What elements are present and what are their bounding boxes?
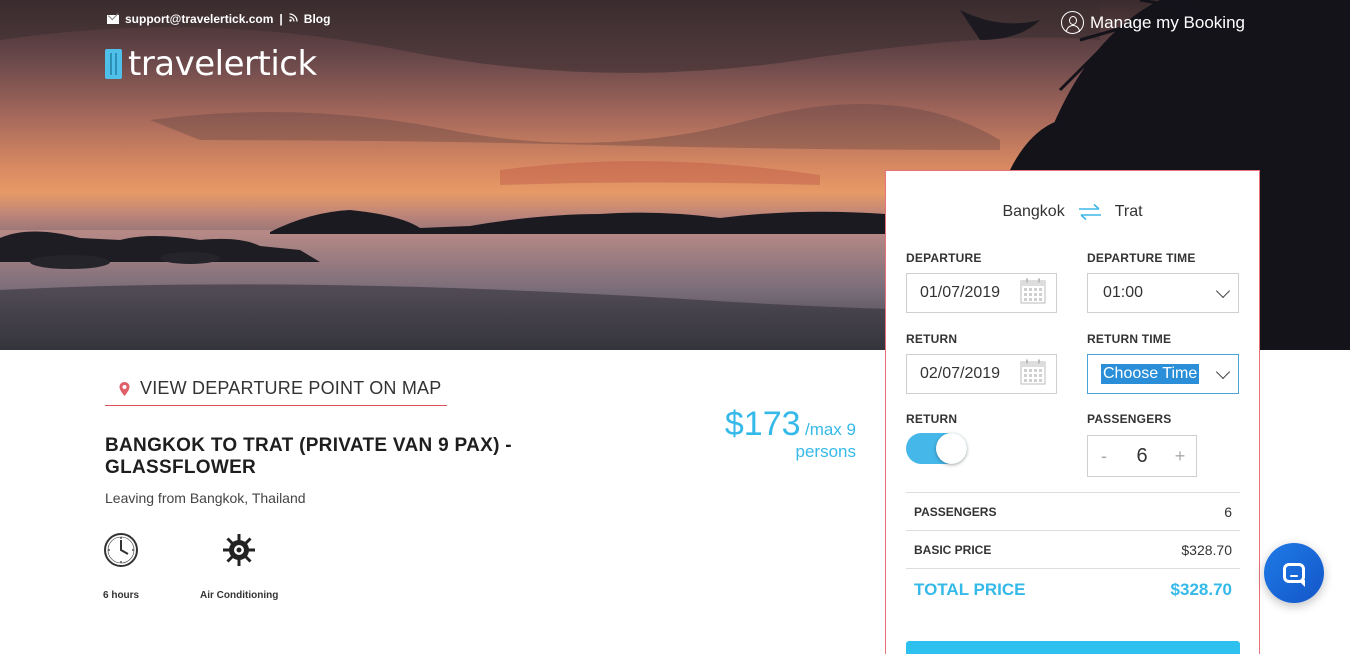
return-label: RETURN xyxy=(906,332,958,346)
trip-title: BANGKOK TO TRAT (PRIVATE VAN 9 PAX) - GL… xyxy=(105,435,512,478)
blog-link[interactable]: Blog xyxy=(304,12,331,26)
increment-button[interactable]: + xyxy=(1172,446,1188,467)
leaving-from: Leaving from Bangkok, Thailand xyxy=(105,490,306,506)
return-time-select[interactable]: Choose Time xyxy=(1087,354,1239,394)
return-toggle-label: RETURN xyxy=(906,412,958,426)
user-icon xyxy=(1061,11,1085,34)
decrement-button[interactable]: - xyxy=(1096,446,1112,467)
logo-text: travelertick xyxy=(128,44,317,84)
return-date-input[interactable]: 02/07/2019 xyxy=(906,354,1057,394)
mail-icon xyxy=(107,14,119,24)
separator: | xyxy=(279,12,283,26)
passengers-stepper: - 6 + xyxy=(1087,435,1197,477)
feature-label: 6 hours xyxy=(103,590,140,601)
return-toggle[interactable] xyxy=(906,433,967,464)
total-price-label: TOTAL PRICE xyxy=(914,579,1026,599)
departure-date-input[interactable]: 01/07/2019 xyxy=(906,273,1057,313)
price-persons: persons xyxy=(795,442,856,461)
summary-passengers-value: 6 xyxy=(1224,504,1232,520)
summary-basic-price-row: BASIC PRICE $328.70 xyxy=(906,530,1240,569)
snowflake-icon xyxy=(221,532,257,573)
toggle-knob xyxy=(936,433,967,464)
departure-time-value: 01:00 xyxy=(1103,284,1144,301)
summary-passengers-label: PASSENGERS xyxy=(914,505,997,519)
basic-price-value: $328.70 xyxy=(1181,542,1232,558)
departure-time-label: DEPARTURE TIME xyxy=(1087,251,1196,265)
chevron-down-icon xyxy=(1215,283,1231,298)
total-price-value: $328.70 xyxy=(1170,579,1232,599)
departure-time-select[interactable]: 01:00 xyxy=(1087,273,1239,313)
chat-button[interactable] xyxy=(1264,543,1324,603)
basic-price-label: BASIC PRICE xyxy=(914,543,992,557)
calendar-icon xyxy=(1020,359,1046,390)
manage-booking-link[interactable]: Manage my Booking xyxy=(1061,11,1245,34)
passengers-label: PASSENGERS xyxy=(1087,412,1172,426)
map-pin-icon xyxy=(119,381,130,396)
view-departure-map-link[interactable]: VIEW DEPARTURE POINT ON MAP xyxy=(105,372,447,406)
return-date-value: 02/07/2019 xyxy=(920,365,1001,382)
chat-icon xyxy=(1283,563,1305,587)
route-header: Bangkok Trat xyxy=(886,203,1259,221)
return-time-label: RETURN TIME xyxy=(1087,332,1172,346)
chevron-down-icon xyxy=(1215,364,1231,379)
summary-passengers-row: PASSENGERS 6 xyxy=(906,492,1240,531)
departure-label: DEPARTURE xyxy=(906,251,982,265)
price-unit: /max 9 xyxy=(804,420,856,439)
support-email-link[interactable]: support@travelertick.com xyxy=(125,12,273,26)
manage-booking-label: Manage my Booking xyxy=(1090,12,1245,32)
calendar-icon xyxy=(1020,278,1046,309)
price-block: $173 /max 9 persons xyxy=(700,405,856,462)
book-now-button[interactable] xyxy=(906,641,1240,654)
booking-panel: Bangkok Trat DEPARTURE 01/07/2019 DEPART… xyxy=(885,170,1260,654)
rss-icon xyxy=(289,13,298,25)
logo-icon xyxy=(105,49,122,79)
feature-label: Air Conditioning xyxy=(200,590,279,601)
passengers-value[interactable]: 6 xyxy=(1136,445,1147,468)
return-time-value: Choose Time xyxy=(1101,364,1200,384)
price-amount: $173 xyxy=(724,405,801,443)
route-from: Bangkok xyxy=(1002,203,1065,220)
clock-icon xyxy=(103,532,139,573)
swap-arrows-icon[interactable] xyxy=(1077,203,1103,221)
map-link-label: VIEW DEPARTURE POINT ON MAP xyxy=(140,378,442,398)
departure-date-value: 01/07/2019 xyxy=(920,284,1001,301)
feature-air-conditioning: Air Conditioning xyxy=(200,532,278,601)
route-to: Trat xyxy=(1114,203,1143,220)
logo[interactable]: travelertick xyxy=(105,44,317,84)
summary-total-row: TOTAL PRICE $328.70 xyxy=(906,568,1240,610)
contact-bar: support@travelertick.com | Blog xyxy=(107,12,330,26)
feature-duration: 6 hours xyxy=(103,532,139,601)
